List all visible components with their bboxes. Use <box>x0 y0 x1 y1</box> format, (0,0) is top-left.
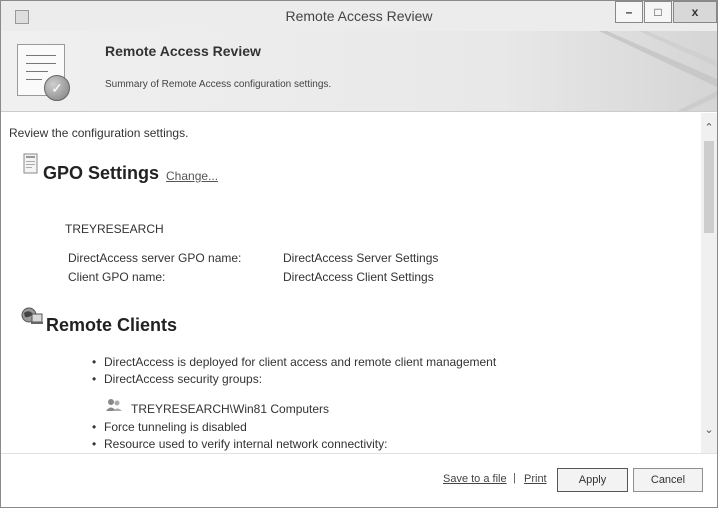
header-decoration <box>599 31 717 111</box>
remote-clients-heading: Remote Clients <box>46 315 178 335</box>
header-title: Remote Access Review <box>105 43 261 59</box>
list-item: DirectAccess security groups: <box>92 372 262 386</box>
print-link[interactable]: Print <box>524 473 547 485</box>
list-item: Force tunneling is disabled <box>92 420 247 434</box>
server-gpo-label: DirectAccess server GPO name: <box>68 251 242 265</box>
remote-clients-icon <box>21 307 43 324</box>
close-icon: x <box>691 5 699 19</box>
list-item: Resource used to verify internal network… <box>92 437 387 451</box>
review-content: Review the configuration settings. GPO S… <box>1 113 701 453</box>
wizard-header: ✓ Remote Access Review Summary of Remote… <box>1 31 717 112</box>
gpo-change-link[interactable]: Change... <box>166 169 218 183</box>
gpo-settings-heading: GPO Settings <box>43 163 160 183</box>
gpo-document-icon <box>23 153 38 174</box>
close-button[interactable]: x <box>673 1 717 23</box>
review-checklist-icon: ✓ <box>17 44 70 101</box>
minimize-button[interactable]: – <box>615 1 643 23</box>
server-gpo-value: DirectAccess Server Settings <box>283 251 439 265</box>
scrollbar-thumb[interactable] <box>704 141 714 233</box>
window-controls: – □ x <box>614 1 717 23</box>
client-gpo-value: DirectAccess Client Settings <box>283 270 434 284</box>
vertical-scrollbar[interactable]: ⌃ ⌄ <box>701 113 717 453</box>
minimize-icon: – <box>625 5 633 19</box>
maximize-icon: □ <box>654 5 662 19</box>
footer-bar: Save to a file | Print Apply Cancel <box>1 453 717 507</box>
save-to-file-link[interactable]: Save to a file <box>443 473 507 485</box>
apply-button[interactable]: Apply <box>557 468 628 492</box>
title-bar: Remote Access Review – □ x <box>1 1 717 31</box>
scroll-down-icon[interactable]: ⌄ <box>703 423 715 437</box>
list-item: DirectAccess is deployed for client acce… <box>92 355 496 369</box>
scroll-up-icon[interactable]: ⌃ <box>703 121 715 135</box>
security-group-name: TREYRESEARCH\Win81 Computers <box>131 402 330 416</box>
cancel-button[interactable]: Cancel <box>633 468 703 492</box>
security-group-icon <box>106 399 122 411</box>
footer-separator: | <box>513 472 516 484</box>
remote-access-review-window: Remote Access Review – □ x ✓ Remote Acce… <box>0 0 718 508</box>
client-gpo-label: Client GPO name: <box>68 270 166 284</box>
header-subtitle: Summary of Remote Access configuration s… <box>105 79 332 90</box>
window-title: Remote Access Review <box>285 8 433 24</box>
gpo-domain: TREYRESEARCH <box>65 222 164 236</box>
maximize-button[interactable]: □ <box>644 1 672 23</box>
intro-text: Review the configuration settings. <box>9 126 189 140</box>
